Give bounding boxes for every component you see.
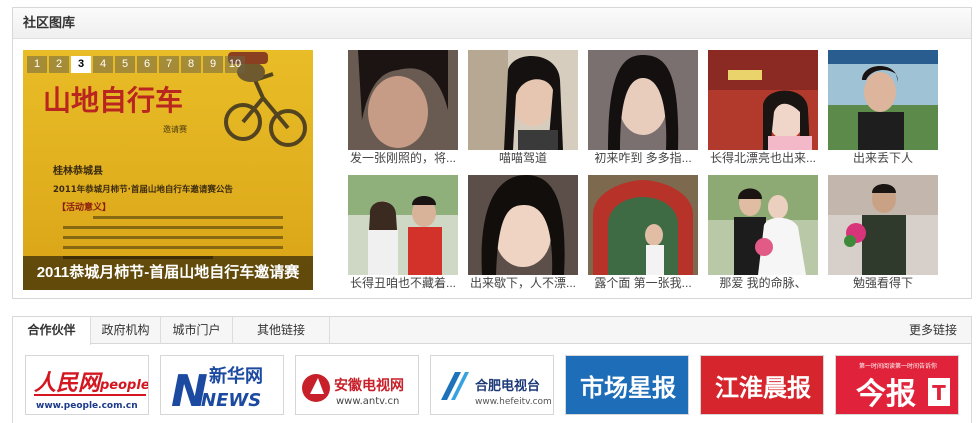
- jinbao-logo-tagline: 第一时间阅读第一时间告诉你: [859, 362, 937, 370]
- partner-logo-jianghuai[interactable]: 江淮晨报: [700, 355, 824, 415]
- featured-slideshow[interactable]: 山地自行车 邀请赛 桂林恭城县 2011年恭城月柿节·首届山地自行车邀请赛公告 …: [23, 50, 313, 290]
- xinhua-logo-brand: NEWS: [201, 390, 261, 411]
- antv-logo-url: www.antv.cn: [336, 396, 399, 407]
- bike-race-poster-image[interactable]: 山地自行车 邀请赛 桂林恭城县 2011年恭城月柿节·首届山地自行车邀请赛公告 …: [23, 50, 313, 290]
- photo-thumbnail[interactable]: [348, 50, 458, 150]
- hefeitv-logo-url: www.hefeitv.com: [475, 397, 552, 407]
- photo-item[interactable]: 发一张刚照的，将...: [348, 50, 458, 166]
- gallery-title: 社区图库: [13, 8, 971, 39]
- slide-tab-8[interactable]: 8: [181, 56, 201, 73]
- slide-tab-3[interactable]: 3: [71, 56, 91, 73]
- photo-item[interactable]: 初来咋到 多多指...: [588, 50, 698, 166]
- poster-headline: 2011年恭城月柿节·首届山地自行车邀请赛公告: [53, 184, 233, 195]
- photo-thumbnail[interactable]: [588, 50, 698, 150]
- photo-thumbnail[interactable]: [708, 175, 818, 275]
- slide-tab-2[interactable]: 2: [49, 56, 69, 73]
- slide-tab-9[interactable]: 9: [203, 56, 223, 73]
- partners-panel: 合作伙伴 政府机构 城市门户 其他链接 更多链接 人民网 people www.…: [12, 316, 972, 423]
- antv-logo-name: 安徽电视网: [334, 377, 404, 394]
- partner-logo-xinhua[interactable]: N 新华网 NEWS: [160, 355, 284, 415]
- photo-caption[interactable]: 出来丢下人: [824, 150, 942, 166]
- tab-partners[interactable]: 合作伙伴: [13, 317, 91, 345]
- poster-logo-text: 山地自行车: [43, 84, 183, 117]
- partner-logo-people[interactable]: 人民网 people www.people.com.cn: [25, 355, 149, 415]
- photo-caption[interactable]: 长得北漂亮也出来...: [704, 150, 822, 166]
- photo-thumbnail[interactable]: [828, 50, 938, 150]
- partner-logo-market-star[interactable]: 市场星报: [565, 355, 689, 415]
- photo-item[interactable]: 长得北漂亮也出来...: [708, 50, 818, 166]
- photo-item[interactable]: 喵喵驾道: [468, 50, 578, 166]
- photo-thumbnail[interactable]: [708, 50, 818, 150]
- people-logo-url: www.people.com.cn: [36, 401, 138, 411]
- slide-tab-1[interactable]: 1: [27, 56, 47, 73]
- photo-thumbnail[interactable]: [348, 175, 458, 275]
- partner-logo-jinbao[interactable]: 第一时间阅读第一时间告诉你 今报 T: [835, 355, 959, 415]
- photo-caption[interactable]: 发一张刚照的，将...: [344, 150, 462, 166]
- jianghuai-logo-name: 江淮晨报: [715, 374, 811, 402]
- poster-logo-sub: 邀请赛: [163, 124, 187, 134]
- photo-thumbnail[interactable]: [468, 175, 578, 275]
- slide-tab-4[interactable]: 4: [93, 56, 113, 73]
- photo-item[interactable]: 勉强看得下: [828, 175, 938, 291]
- photo-caption[interactable]: 喵喵驾道: [464, 150, 582, 166]
- photo-item[interactable]: 那爱 我的命脉、: [708, 175, 818, 291]
- tab-government[interactable]: 政府机构: [91, 317, 161, 344]
- slideshow-caption[interactable]: 2011恭城月柿节-首届山地自行车邀请赛: [23, 256, 313, 290]
- partners-tab-bar: 合作伙伴 政府机构 城市门户 其他链接 更多链接: [13, 317, 971, 345]
- slide-tab-5[interactable]: 5: [115, 56, 135, 73]
- community-gallery-panel: 社区图库 山地自行车 邀请赛 桂林恭城县 2011年恭城月柿节·首届山地自行车邀…: [12, 7, 972, 299]
- partner-logo-antv[interactable]: 安徽电视网 www.antv.cn: [295, 355, 419, 415]
- photo-item[interactable]: 出来歇下，人不漂...: [468, 175, 578, 291]
- tab-city-portals[interactable]: 城市门户: [161, 317, 233, 344]
- people-logo-brand: people: [99, 378, 149, 393]
- jinbao-logo-name: 今报: [856, 377, 916, 412]
- photo-item[interactable]: 露个面 第一张我...: [588, 175, 698, 291]
- poster-county: 桂林恭城县: [52, 164, 103, 177]
- slideshow-tabs: 1 2 3 4 5 6 7 8 9 10: [27, 56, 245, 73]
- market-star-logo-name: 市场星报: [580, 373, 676, 402]
- photo-caption[interactable]: 出来歇下，人不漂...: [464, 275, 582, 291]
- xinhua-logo-name: 新华网: [209, 365, 263, 387]
- people-logo-name: 人民网: [34, 370, 103, 396]
- photo-caption[interactable]: 勉强看得下: [824, 275, 942, 291]
- slide-tab-10[interactable]: 10: [225, 56, 245, 73]
- photo-caption[interactable]: 那爱 我的命脉、: [704, 275, 822, 291]
- more-links-link[interactable]: 更多链接: [909, 317, 957, 343]
- photo-caption[interactable]: 初来咋到 多多指...: [584, 150, 702, 166]
- hefeitv-logo-name: 合肥电视台: [475, 378, 540, 394]
- photo-item[interactable]: 长得丑咱也不藏着...: [348, 175, 458, 291]
- svg-text:T: T: [932, 381, 946, 405]
- tab-other-links[interactable]: 其他链接: [233, 317, 330, 344]
- partner-logo-hefeitv[interactable]: 合肥电视台 www.hefeitv.com: [430, 355, 554, 415]
- photo-thumbnail[interactable]: [468, 50, 578, 150]
- photo-thumbnail[interactable]: [588, 175, 698, 275]
- photo-thumbnail[interactable]: [828, 175, 938, 275]
- photo-caption[interactable]: 露个面 第一张我...: [584, 275, 702, 291]
- photo-item[interactable]: 出来丢下人: [828, 50, 938, 166]
- poster-section: 【活动意义】: [57, 201, 111, 213]
- slide-tab-7[interactable]: 7: [159, 56, 179, 73]
- slide-tab-6[interactable]: 6: [137, 56, 157, 73]
- photo-caption[interactable]: 长得丑咱也不藏着...: [344, 275, 462, 291]
